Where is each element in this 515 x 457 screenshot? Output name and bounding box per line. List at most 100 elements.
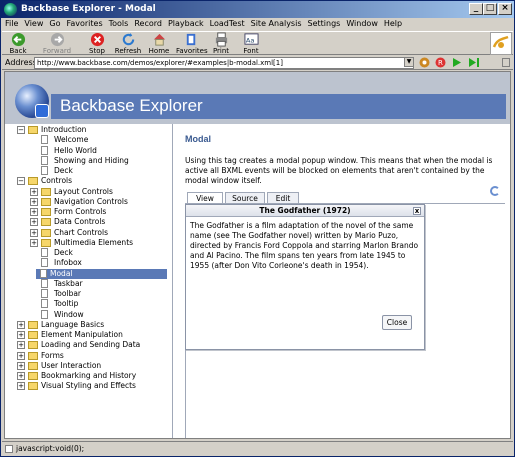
menu-favorites[interactable]: Favorites [63, 18, 105, 28]
menu-go[interactable]: Go [46, 18, 63, 28]
collapse-icon[interactable]: − [17, 126, 25, 134]
modal-window: The Godfather (1972) x The Godfather is … [185, 204, 425, 350]
tree-item[interactable]: + User Interaction [17, 361, 175, 371]
expand-icon[interactable]: + [17, 382, 25, 391]
tree-item-label: Multimedia Elements [54, 237, 134, 247]
tree-item[interactable]: + Loading and Sending Data [17, 340, 175, 350]
tree-item[interactable]: + Data Controls [17, 217, 175, 227]
folder-icon [28, 351, 38, 360]
home-button[interactable]: Home [147, 32, 171, 55]
tree-item-label: User Interaction [41, 360, 102, 370]
main-panel: Modal Using this tag creates a modal pop… [185, 124, 505, 438]
home-label: Home [148, 47, 170, 55]
expand-icon[interactable]: + [17, 361, 25, 370]
collapse-icon[interactable]: − [17, 177, 25, 186]
close-window-button[interactable]: × [498, 3, 512, 15]
tree-item[interactable]: Welcome [17, 135, 175, 145]
menu-loadtest[interactable]: LoadTest [207, 18, 248, 28]
document-icon [41, 135, 48, 145]
status-bar: javascript:void(0); [2, 441, 513, 455]
tree-item[interactable]: + Element Manipulation [17, 330, 175, 340]
menu-record[interactable]: Record [131, 18, 165, 28]
expand-icon[interactable]: + [30, 187, 38, 196]
menu-file[interactable]: File [2, 18, 21, 28]
font-button[interactable]: Aa Font [240, 32, 262, 55]
address-dropdown-icon[interactable]: ▼ [404, 57, 414, 67]
record-icon[interactable] [419, 57, 430, 68]
tree-item[interactable]: Showing and Hiding [17, 155, 175, 166]
refresh-button[interactable]: Refresh [114, 32, 142, 55]
tree-item[interactable]: + Layout Controls [17, 187, 175, 197]
tree-item[interactable]: Tooltip [17, 299, 175, 309]
expand-icon[interactable]: + [30, 238, 38, 247]
document-icon [41, 309, 48, 319]
tree-item-label: Language Basics [41, 319, 105, 329]
print-label: Print [212, 47, 230, 55]
play-icon[interactable] [451, 57, 462, 68]
tree-item-label: Introduction [41, 125, 87, 134]
tree-item[interactable]: + Forms [17, 351, 175, 361]
tree-item[interactable]: + Navigation Controls [17, 197, 175, 207]
folder-icon [41, 197, 51, 206]
tree-item[interactable]: + Multimedia Elements [17, 238, 175, 248]
maximize-button[interactable]: □ [483, 3, 497, 15]
tree-item[interactable]: Toolbar [17, 289, 175, 299]
address-input[interactable]: http://www.backbase.com/demos/explorer/#… [34, 57, 414, 69]
menu-window[interactable]: Window [343, 18, 381, 28]
expand-icon[interactable]: + [17, 320, 25, 329]
tree-item[interactable]: − Introduction [17, 125, 175, 135]
modal-close-button[interactable]: Close [382, 315, 412, 330]
tree-item[interactable]: Modal [36, 268, 167, 279]
tree-item-label: Hello World [54, 145, 97, 155]
modal-close-icon[interactable]: x [413, 207, 421, 215]
tree-item-label: Tooltip [54, 299, 79, 309]
tree-item[interactable]: Deck [17, 248, 175, 258]
folder-icon [28, 126, 38, 134]
tree-item[interactable]: Infobox [17, 258, 175, 268]
minimize-button[interactable]: _ [469, 3, 483, 15]
tree-item[interactable]: Hello World [17, 145, 175, 156]
tree-item[interactable]: Deck [17, 166, 175, 176]
expand-icon[interactable]: + [17, 341, 25, 350]
forward-button[interactable]: Forward [42, 32, 72, 55]
menu-playback[interactable]: Playback [165, 18, 207, 28]
record-red-icon[interactable]: R [435, 57, 446, 68]
stop-button[interactable]: Stop [86, 32, 108, 55]
tree-item-label: Data Controls [54, 217, 106, 227]
menu-tools[interactable]: Tools [106, 18, 132, 28]
print-button[interactable]: Print [211, 32, 231, 55]
tree-item-label: Layout Controls [54, 186, 113, 196]
back-button[interactable]: Back [6, 32, 30, 55]
expand-icon[interactable]: + [30, 197, 38, 206]
tree-item[interactable]: + Form Controls [17, 207, 175, 217]
address-bar: Address http://www.backbase.com/demos/ex… [2, 56, 513, 70]
menu-help[interactable]: Help [381, 18, 405, 28]
tree-item[interactable]: Window [17, 309, 175, 320]
status-text: javascript:void(0); [16, 444, 85, 453]
expand-icon[interactable]: + [30, 228, 38, 237]
address-scroll[interactable] [502, 58, 510, 67]
tree-item[interactable]: + Visual Styling and Effects [17, 381, 175, 391]
section-title: Modal [185, 134, 211, 144]
document-icon [41, 145, 48, 155]
play-step-icon[interactable] [468, 57, 480, 68]
forward-arrow-icon [50, 32, 64, 47]
tree-item[interactable]: + Language Basics [17, 320, 175, 330]
expand-icon[interactable]: + [17, 351, 25, 360]
expand-icon[interactable]: + [30, 208, 38, 216]
refresh-label: Refresh [114, 47, 142, 55]
tree-item-label: Bookmarking and History [41, 371, 137, 380]
menu-view[interactable]: View [21, 18, 46, 28]
expand-icon[interactable]: + [17, 372, 25, 380]
favorites-button[interactable]: Favorites [176, 32, 208, 55]
menu-site-analysis[interactable]: Site Analysis [248, 18, 305, 28]
menu-settings[interactable]: Settings [305, 18, 344, 28]
tree-item[interactable]: + Chart Controls [17, 228, 175, 238]
tree-item-label: Controls [41, 176, 73, 186]
tree-item[interactable]: + Bookmarking and History [17, 371, 175, 381]
folder-icon [28, 361, 38, 370]
tree-item[interactable]: Taskbar [17, 278, 175, 289]
expand-icon[interactable]: + [30, 218, 38, 227]
expand-icon[interactable]: + [17, 331, 25, 339]
tree-item[interactable]: − Controls [17, 176, 175, 186]
